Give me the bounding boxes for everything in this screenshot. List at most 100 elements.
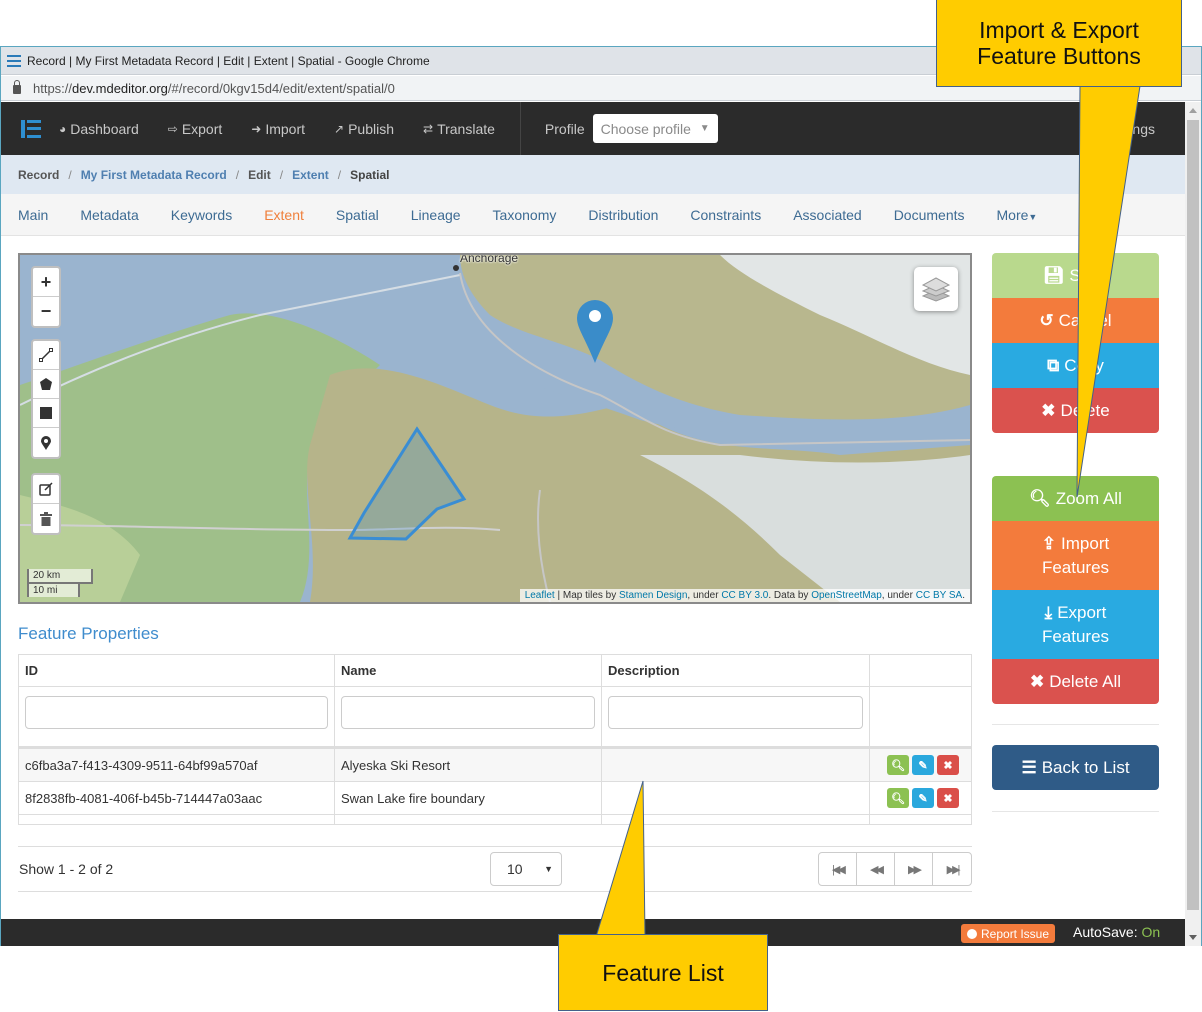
autosave-value: On (1141, 924, 1161, 940)
attribution-text: | Map tiles by (554, 590, 620, 601)
browser-window: Record | My First Metadata Record | Edit… (0, 46, 1202, 946)
tab-associated[interactable]: Associated (793, 207, 861, 223)
copy-button[interactable]: ⧉ Copy (992, 343, 1159, 388)
scale-mi: 10 mi (27, 582, 80, 597)
nav-settings[interactable]: Settings (1104, 121, 1155, 137)
page-size-select[interactable]: 10 ▼ (490, 852, 562, 886)
breadcrumb-record-title[interactable]: My First Metadata Record (81, 168, 227, 182)
mdeditor-logo-icon[interactable] (21, 119, 41, 138)
url-path: /#/record/0kgv15d4/edit/extent/spatial/0 (167, 80, 395, 96)
page-scrollbar[interactable] (1185, 102, 1201, 946)
table-filter-row (19, 687, 971, 749)
tab-documents[interactable]: Documents (894, 207, 965, 223)
tab-extent[interactable]: Extent (264, 207, 304, 223)
tab-constraints[interactable]: Constraints (690, 207, 761, 223)
delete-all-button[interactable]: ✖ Delete All (992, 659, 1159, 704)
map-scale: 20 km 10 mi (27, 569, 93, 597)
edit-feature-button[interactable]: ✎ (912, 788, 934, 808)
filter-name-input[interactable] (341, 696, 595, 729)
nav-import[interactable]: ➜ Import (251, 121, 305, 137)
translate-icon: ⇄ (423, 121, 434, 136)
chevron-down-icon: ▼ (699, 123, 710, 134)
attribution-text: . (962, 590, 965, 601)
table-row[interactable]: 8f2838fb-4081-406f-b45b-714447a03aac Swa… (19, 782, 971, 815)
zoom-to-feature-button[interactable]: 🔍︎ (887, 755, 909, 775)
export-features-label: Export (1057, 602, 1107, 622)
stamen-link[interactable]: Stamen Design (619, 590, 687, 601)
delete-button[interactable]: ✖ Delete (992, 388, 1159, 433)
zoom-out-button[interactable]: − (33, 297, 59, 326)
profile-select-placeholder: Choose profile (600, 120, 691, 137)
first-page-icon: |◀◀ (832, 863, 846, 876)
tab-metadata[interactable]: Metadata (80, 207, 138, 223)
feature-marker-alyeska (577, 300, 613, 363)
zoom-to-feature-button[interactable]: 🔍︎ (887, 788, 909, 808)
download-icon: ⤓ (1044, 602, 1053, 622)
delete-layers-button[interactable] (33, 504, 59, 533)
import-features-button[interactable]: ⇪ Import Features (992, 521, 1159, 590)
delete-feature-button[interactable]: ✖ (937, 788, 959, 808)
breadcrumb-extent[interactable]: Extent (292, 168, 329, 182)
delete-all-label: Delete All (1049, 671, 1122, 691)
zoom-all-button[interactable]: 🔍︎ Zoom All (992, 476, 1159, 521)
draw-polygon-button[interactable] (33, 370, 59, 399)
callout-import-export-text: Import & Export Feature Buttons (977, 17, 1141, 69)
tab-taxonomy[interactable]: Taxonomy (493, 207, 557, 223)
feature-description (602, 749, 870, 781)
first-page-button[interactable]: |◀◀ (819, 853, 857, 885)
feature-id: 8f2838fb-4081-406f-b45b-714447a03aac (19, 782, 335, 814)
prev-page-button[interactable]: ◀◀ (857, 853, 895, 885)
scroll-down-icon[interactable] (1189, 935, 1197, 940)
feature-properties-title: Feature Properties (18, 624, 159, 643)
map-view[interactable]: Anchorage + − 20 km 10 mi Leaflet | Map … (18, 253, 972, 604)
filter-id-input[interactable] (25, 696, 328, 729)
osm-link[interactable]: OpenStreetMap (811, 590, 882, 601)
nav-export[interactable]: ⇨ Export (168, 121, 223, 137)
draw-polyline-button[interactable] (33, 341, 59, 370)
edit-layers-button[interactable] (33, 475, 59, 504)
export-features-button[interactable]: ⤓ Export Features (992, 590, 1159, 659)
profile-select[interactable]: Choose profile ▼ (592, 114, 718, 143)
attribution-text: , under (881, 590, 916, 601)
last-page-icon: ▶▶| (946, 863, 961, 876)
layers-control-button[interactable] (914, 267, 958, 311)
table-pager: Show 1 - 2 of 2 10 ▼ |◀◀ ◀◀ ▶▶ ▶▶| (18, 846, 972, 892)
nav-dashboard[interactable]: ◕ Dashboard (59, 121, 139, 137)
cc-by-link[interactable]: CC BY 3.0 (721, 590, 768, 601)
column-header-name[interactable]: Name (335, 655, 602, 686)
tab-lineage[interactable]: Lineage (411, 207, 461, 223)
cc-by-sa-link[interactable]: CC BY SA (916, 590, 963, 601)
last-page-button[interactable]: ▶▶| (933, 853, 971, 885)
nav-publish[interactable]: ↗ Publish (334, 121, 394, 137)
export-features-line1: ⤓ Export (1045, 601, 1107, 625)
back-to-list-button[interactable]: ☰ Back to List (992, 745, 1159, 790)
table-row[interactable]: c6fba3a7-f413-4309-9511-64bf99a570af Aly… (19, 749, 971, 782)
draw-rectangle-button[interactable] (33, 399, 59, 428)
tab-distribution[interactable]: Distribution (588, 207, 658, 223)
column-header-description[interactable]: Description (602, 655, 870, 686)
next-page-button[interactable]: ▶▶ (895, 853, 933, 885)
export-features-label-2: Features (1041, 626, 1110, 646)
tab-main[interactable]: Main (18, 207, 48, 223)
prev-page-icon: ◀◀ (870, 863, 884, 876)
draw-marker-button[interactable] (33, 428, 59, 457)
edit-feature-button[interactable]: ✎ (912, 755, 934, 775)
cancel-button[interactable]: ↺ Cancel (992, 298, 1159, 343)
tab-keywords[interactable]: Keywords (171, 207, 232, 223)
tab-more[interactable]: More▼ (997, 207, 1038, 223)
tab-spatial[interactable]: Spatial (336, 207, 379, 223)
scroll-up-icon[interactable] (1189, 108, 1197, 113)
save-button[interactable]: 💾︎ Save (992, 253, 1159, 298)
navigation-group: ☰ Back to List (992, 745, 1159, 790)
save-label: Save (1069, 265, 1109, 285)
filter-description-input[interactable] (608, 696, 863, 729)
autosave-status[interactable]: AutoSave: On (1073, 924, 1160, 940)
scrollbar-thumb[interactable] (1187, 120, 1199, 910)
zoom-in-button[interactable]: + (33, 268, 59, 297)
column-header-id[interactable]: ID (19, 655, 335, 686)
delete-feature-button[interactable]: ✖ (937, 755, 959, 775)
leaflet-link[interactable]: Leaflet (525, 590, 555, 601)
nav-translate[interactable]: ⇄ Translate (423, 121, 495, 137)
url-scheme: https:// (33, 80, 73, 96)
report-issue-button[interactable]: Report Issue (961, 924, 1056, 943)
